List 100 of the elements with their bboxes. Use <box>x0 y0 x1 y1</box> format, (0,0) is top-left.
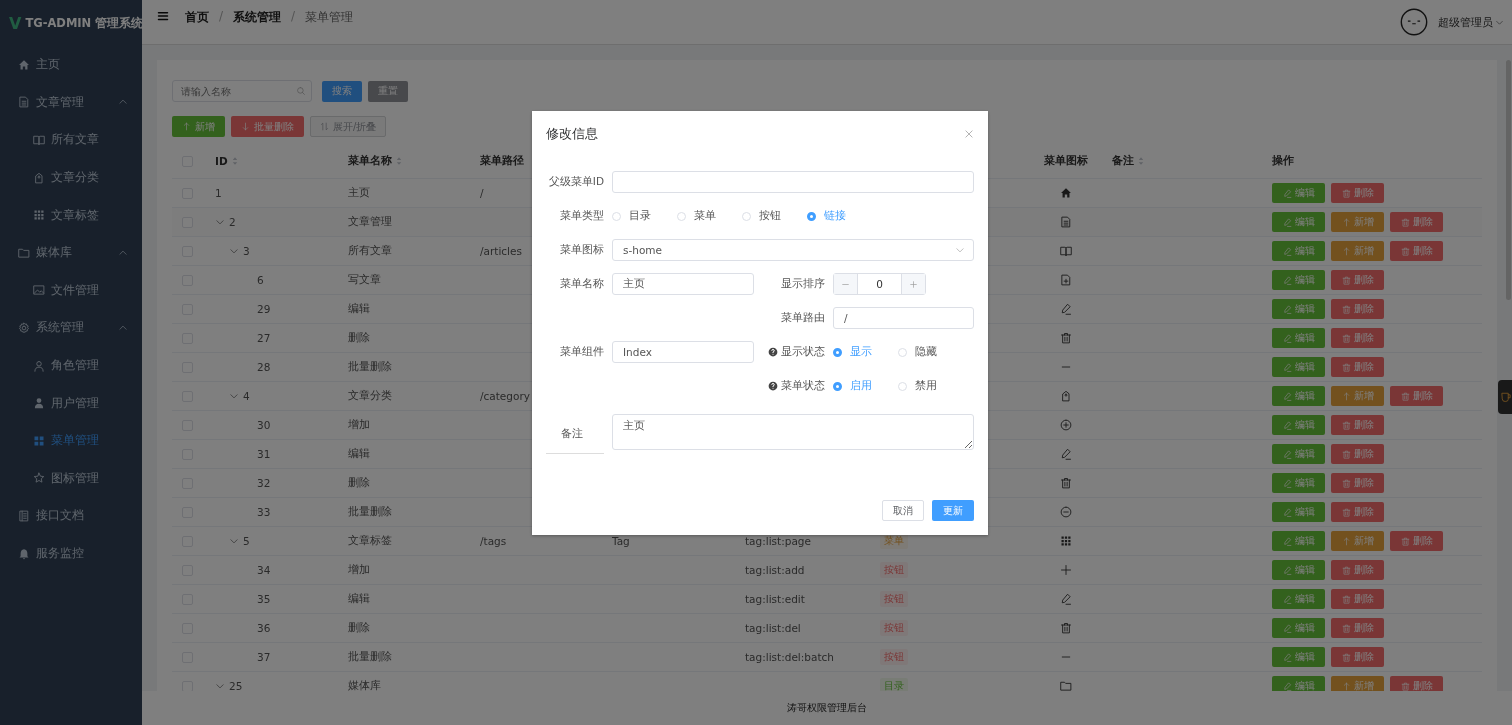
table-cell: 32 <box>257 477 271 489</box>
chevron-down-icon[interactable] <box>215 217 225 227</box>
sidebar-item[interactable]: 系统管理 <box>0 309 142 347</box>
grid-icon <box>33 209 45 222</box>
breadcrumb-link[interactable]: 系统管理 <box>233 9 282 26</box>
radio-option[interactable]: 按钮 <box>742 209 781 223</box>
table-cell: 1 <box>215 187 222 199</box>
sidebar-item[interactable]: 服务监控 <box>0 534 142 573</box>
sidebar-item[interactable]: 文件管理 <box>0 271 142 310</box>
sidebar-item[interactable]: 文章管理 <box>0 83 142 122</box>
row-action-button[interactable]: 编辑 <box>1272 589 1325 609</box>
plus-icon[interactable] <box>909 279 918 289</box>
input-field[interactable]: Index <box>612 341 754 363</box>
radio-option[interactable]: 启用 <box>833 379 872 393</box>
breadcrumb-link[interactable]: 首页 <box>185 9 209 26</box>
chevron-down-icon[interactable] <box>229 246 239 256</box>
radio-option[interactable]: 禁用 <box>898 379 937 393</box>
dialog-title: 修改信息 <box>546 125 598 143</box>
table-cell: 27 <box>257 332 271 344</box>
radio-option[interactable]: 目录 <box>612 209 651 223</box>
trash-icon <box>1400 217 1410 227</box>
smiley-avatar-icon[interactable] <box>1400 8 1428 36</box>
arrow-up-icon <box>182 122 191 131</box>
row-action-button[interactable]: 编辑 <box>1272 647 1325 667</box>
sort-icon[interactable] <box>1138 156 1144 166</box>
row-action-button[interactable]: 编辑 <box>1272 560 1325 580</box>
menu-icon[interactable] <box>157 10 169 22</box>
row-action-button[interactable]: 编辑 <box>1272 531 1325 551</box>
row-action-button[interactable]: 编辑 <box>1272 386 1325 406</box>
radio-option[interactable]: 隐藏 <box>898 345 937 359</box>
row-action-button[interactable]: 编辑 <box>1272 618 1325 638</box>
radio-option[interactable]: 链接 <box>807 209 846 223</box>
row-action-button[interactable]: 编辑 <box>1272 270 1325 290</box>
row-action-button[interactable]: 编辑 <box>1272 357 1325 377</box>
sort-icon[interactable] <box>396 156 402 166</box>
sidebar-item[interactable]: 所有文章 <box>0 121 142 159</box>
row-action-button[interactable]: 编辑 <box>1272 473 1325 493</box>
row-action-button[interactable]: 编辑 <box>1272 502 1325 522</box>
pencil-icon <box>1282 507 1292 517</box>
trash-icon <box>1341 507 1351 517</box>
search-button[interactable]: 搜索 <box>322 80 362 102</box>
column-header: 备注 <box>1112 154 1134 168</box>
table-cell: 6 <box>257 274 264 286</box>
table-cell: 28 <box>257 361 271 373</box>
chevron-down-icon[interactable] <box>215 681 225 691</box>
user-name[interactable]: 超级管理员 <box>1438 14 1493 30</box>
toolbar-button[interactable]: 新增 <box>172 116 225 137</box>
close-icon[interactable] <box>964 129 974 139</box>
pencil-icon <box>1282 304 1292 314</box>
row-action-button[interactable]: 新增 <box>1331 212 1384 232</box>
text-area[interactable]: 主页 <box>612 413 974 450</box>
row-action-button[interactable]: 新增 <box>1331 531 1384 551</box>
logo-mark: V <box>9 13 22 33</box>
sidebar-item[interactable]: 用户管理 <box>0 384 142 422</box>
row-action-button[interactable]: 编辑 <box>1272 676 1325 691</box>
chevron-down-icon[interactable] <box>229 391 239 401</box>
row-action-button[interactable]: 编辑 <box>1272 299 1325 319</box>
sort-icon[interactable] <box>231 156 238 166</box>
row-action-button[interactable]: 编辑 <box>1272 415 1325 435</box>
input-field[interactable] <box>612 171 974 193</box>
breadcrumb-separator: / <box>219 9 224 23</box>
table-cell: tag:list:del:batch <box>745 651 834 663</box>
sidebar-item[interactable]: 媒体库 <box>0 233 142 272</box>
table-cell: 37 <box>257 651 271 663</box>
field-label: 菜单名称 <box>559 277 604 291</box>
input-field[interactable]: 主页 <box>612 273 754 295</box>
grid-icon <box>33 434 45 447</box>
field-label: 显示排序 <box>780 277 825 291</box>
search-field[interactable]: 请输入名称 <box>172 80 312 102</box>
row-action-button[interactable]: 编辑 <box>1272 444 1325 464</box>
number-stepper[interactable]: 0 <box>833 273 926 295</box>
row-action-button[interactable]: 编辑 <box>1272 212 1325 232</box>
sidebar-item[interactable]: 文章标签 <box>0 196 142 234</box>
dialog-button[interactable]: 取消 <box>882 500 924 521</box>
chevron-down-icon[interactable] <box>229 536 239 546</box>
help-icon[interactable] <box>768 347 778 357</box>
radio-option[interactable]: 菜单 <box>677 209 716 223</box>
row-action-button[interactable]: 新增 <box>1331 386 1384 406</box>
sidebar-item[interactable]: 角色管理 <box>0 346 142 385</box>
row-action-button[interactable]: 编辑 <box>1272 183 1325 203</box>
row-action-button[interactable]: 编辑 <box>1272 328 1325 348</box>
trash-icon <box>1341 478 1351 488</box>
row-action-button[interactable]: 新增 <box>1331 241 1384 261</box>
type-tag: 目录 <box>880 678 908 691</box>
radio-option[interactable]: 显示 <box>833 345 872 359</box>
table-cell: /articles <box>480 245 522 257</box>
dialog-button[interactable]: 更新 <box>932 500 974 521</box>
help-icon[interactable] <box>768 381 778 391</box>
sidebar-item[interactable]: 菜单管理 <box>0 421 142 460</box>
input-field[interactable]: / <box>833 307 974 329</box>
trash-icon <box>1400 391 1410 401</box>
sidebar-item[interactable]: 接口文档 <box>0 497 142 535</box>
floating-tool-button[interactable] <box>1498 380 1512 414</box>
select-field[interactable]: s-home <box>612 239 974 261</box>
sidebar-item[interactable]: 图标管理 <box>0 459 142 498</box>
sidebar-item[interactable]: 文章分类 <box>0 158 142 197</box>
row-action-button[interactable]: 新增 <box>1331 676 1384 691</box>
table-cell: 29 <box>257 303 271 315</box>
row-action-button[interactable]: 编辑 <box>1272 241 1325 261</box>
pencil-icon <box>1282 536 1292 546</box>
